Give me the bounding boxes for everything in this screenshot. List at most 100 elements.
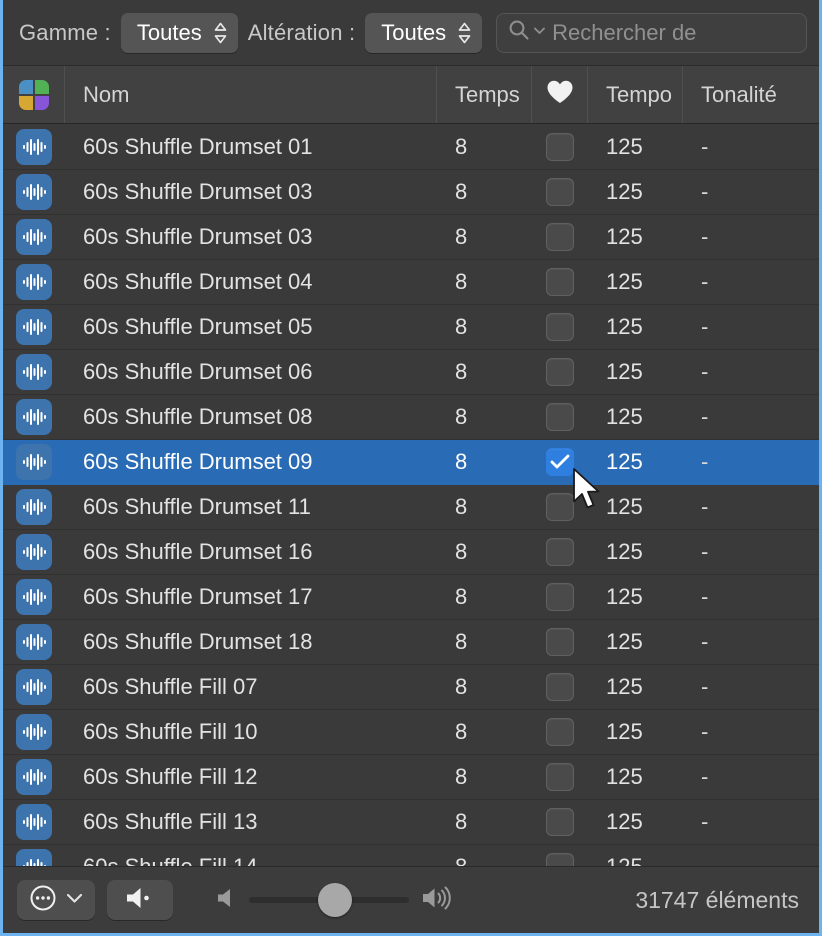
row-name-cell[interactable]: 60s Shuffle Drumset 06 <box>65 350 437 394</box>
row-favorite-cell[interactable] <box>532 350 588 394</box>
table-row[interactable]: 60s Shuffle Drumset 17 8 125 - <box>3 575 819 620</box>
alteration-popup-button[interactable]: Toutes <box>365 12 483 53</box>
volume-slider-knob[interactable] <box>318 883 353 917</box>
favorite-checkbox[interactable] <box>546 628 574 656</box>
search-chevron-down-icon[interactable] <box>533 24 546 42</box>
search-input[interactable]: Rechercher de <box>496 12 807 53</box>
table-row[interactable]: 60s Shuffle Fill 07 8 125 - <box>3 665 819 710</box>
row-tempo-cell: 125 <box>588 755 683 799</box>
column-header-tempo[interactable]: Tempo <box>588 66 683 123</box>
row-favorite-cell[interactable] <box>532 755 588 799</box>
row-name-cell[interactable]: 60s Shuffle Fill 12 <box>65 755 437 799</box>
column-header-tonalite[interactable]: Tonalité <box>683 66 809 123</box>
row-favorite-cell[interactable] <box>532 395 588 439</box>
action-menu-button[interactable] <box>17 880 95 920</box>
row-favorite-cell[interactable] <box>532 305 588 349</box>
favorite-checkbox[interactable] <box>546 493 574 521</box>
table-row[interactable]: 60s Shuffle Drumset 03 8 125 - <box>3 215 819 260</box>
loop-list[interactable]: 60s Shuffle Drumset 01 8 125-60s Shuffle D… <box>3 125 819 866</box>
favorite-checkbox[interactable] <box>546 448 574 476</box>
row-tempo-cell: 125 <box>588 485 683 529</box>
row-temps-cell: 8 <box>437 800 532 844</box>
volume-slider[interactable] <box>249 883 409 917</box>
favorite-checkbox[interactable] <box>546 808 574 836</box>
speaker-loud-icon[interactable] <box>421 885 455 916</box>
table-row[interactable]: 60s Shuffle Fill 14 8 125 - <box>3 845 819 866</box>
row-favorite-cell[interactable] <box>532 845 588 866</box>
row-name-cell[interactable]: 60s Shuffle Fill 10 <box>65 710 437 754</box>
table-row[interactable]: 60s Shuffle Drumset 01 8 125 - <box>3 125 819 170</box>
table-row[interactable]: 60s Shuffle Fill 12 8 125 - <box>3 755 819 800</box>
row-name-cell[interactable]: 60s Shuffle Drumset 11 <box>65 485 437 529</box>
row-name-cell[interactable]: 60s Shuffle Drumset 16 <box>65 530 437 574</box>
row-name-cell[interactable]: 60s Shuffle Drumset 17 <box>65 575 437 619</box>
row-name-cell[interactable]: 60s Shuffle Drumset 18 <box>65 620 437 664</box>
column-header-name[interactable]: Nom <box>65 66 437 123</box>
favorite-checkbox[interactable] <box>546 268 574 296</box>
audio-waveform-icon <box>16 759 52 795</box>
favorite-checkbox[interactable] <box>546 133 574 161</box>
table-row[interactable]: 60s Shuffle Drumset 04 8 125 - <box>3 260 819 305</box>
table-row[interactable]: 60s Shuffle Fill 10 8 125 - <box>3 710 819 755</box>
table-row[interactable]: 60s Shuffle Drumset 08 8 125 - <box>3 395 819 440</box>
row-name-cell[interactable]: 60s Shuffle Drumset 09 <box>65 440 437 484</box>
favorite-checkbox[interactable] <box>546 853 574 866</box>
column-header-icon[interactable] <box>3 66 65 123</box>
row-tempo-cell: 125 <box>588 350 683 394</box>
table-row[interactable]: 60s Shuffle Drumset 03 8 125 - <box>3 170 819 215</box>
column-header-favorite[interactable] <box>532 66 588 123</box>
table-row[interactable]: 60s Shuffle Drumset 06 8 125 - <box>3 350 819 395</box>
row-favorite-cell[interactable] <box>532 440 588 484</box>
row-name-cell[interactable]: 60s Shuffle Drumset 03 <box>65 170 437 214</box>
row-favorite-cell[interactable] <box>532 170 588 214</box>
favorite-checkbox[interactable] <box>546 358 574 386</box>
row-name-cell[interactable]: 60s Shuffle Drumset 08 <box>65 395 437 439</box>
row-name-cell[interactable]: 60s Shuffle Drumset 01 <box>65 125 437 169</box>
favorite-checkbox[interactable] <box>546 223 574 251</box>
row-name-label: 60s Shuffle Drumset 04 <box>83 269 313 294</box>
row-favorite-cell[interactable] <box>532 485 588 529</box>
favorite-checkbox[interactable] <box>546 538 574 566</box>
speaker-mute-icon[interactable] <box>215 886 237 915</box>
row-name-label: 60s Shuffle Fill 13 <box>83 809 258 834</box>
favorite-checkbox[interactable] <box>546 403 574 431</box>
table-row[interactable]: 60s Shuffle Drumset 18 8 125 - <box>3 620 819 665</box>
favorite-checkbox[interactable] <box>546 763 574 791</box>
row-favorite-cell[interactable] <box>532 800 588 844</box>
favorite-checkbox[interactable] <box>546 178 574 206</box>
row-favorite-cell[interactable] <box>532 260 588 304</box>
row-tempo-cell: 125 <box>588 305 683 349</box>
row-tempo-label: 125 <box>606 854 643 866</box>
row-favorite-cell[interactable] <box>532 665 588 709</box>
row-favorite-cell[interactable] <box>532 530 588 574</box>
row-favorite-cell[interactable] <box>532 215 588 259</box>
column-header-tempo-label: Tempo <box>606 81 673 107</box>
row-favorite-cell[interactable] <box>532 575 588 619</box>
table-row[interactable]: 60s Shuffle Drumset 16 8 125 - <box>3 530 819 575</box>
favorite-checkbox[interactable] <box>546 673 574 701</box>
row-name-cell[interactable]: 60s Shuffle Drumset 05 <box>65 305 437 349</box>
row-favorite-cell[interactable] <box>532 620 588 664</box>
favorite-checkbox[interactable] <box>546 718 574 746</box>
mute-button[interactable] <box>107 880 173 920</box>
table-row[interactable]: 60s Shuffle Drumset 09 8 125 - <box>3 440 819 485</box>
row-file-icon-cell <box>3 305 65 349</box>
favorite-checkbox[interactable] <box>546 583 574 611</box>
row-file-icon-cell <box>3 170 65 214</box>
row-tonalite-cell: - <box>683 530 809 574</box>
row-favorite-cell[interactable] <box>532 710 588 754</box>
row-name-cell[interactable]: 60s Shuffle Fill 07 <box>65 665 437 709</box>
gamme-popup-button[interactable]: Toutes <box>120 12 238 53</box>
favorite-checkbox[interactable] <box>546 313 574 341</box>
row-name-cell[interactable]: 60s Shuffle Fill 13 <box>65 800 437 844</box>
row-name-cell[interactable]: 60s Shuffle Drumset 03 <box>65 215 437 259</box>
table-row[interactable]: 60s Shuffle Drumset 11 8 125 - <box>3 485 819 530</box>
column-header-temps[interactable]: Temps <box>437 66 532 123</box>
row-name-cell[interactable]: 60s Shuffle Drumset 04 <box>65 260 437 304</box>
table-row[interactable]: 60s Shuffle Fill 13 8 125 - <box>3 800 819 845</box>
row-name-label: 60s Shuffle Drumset 03 <box>83 224 313 249</box>
row-name-cell[interactable]: 60s Shuffle Fill 14 <box>65 845 437 866</box>
table-row[interactable]: 60s Shuffle Drumset 05 8 125 - <box>3 305 819 350</box>
row-tonalite-cell: - <box>683 215 809 259</box>
row-favorite-cell[interactable] <box>532 125 588 169</box>
